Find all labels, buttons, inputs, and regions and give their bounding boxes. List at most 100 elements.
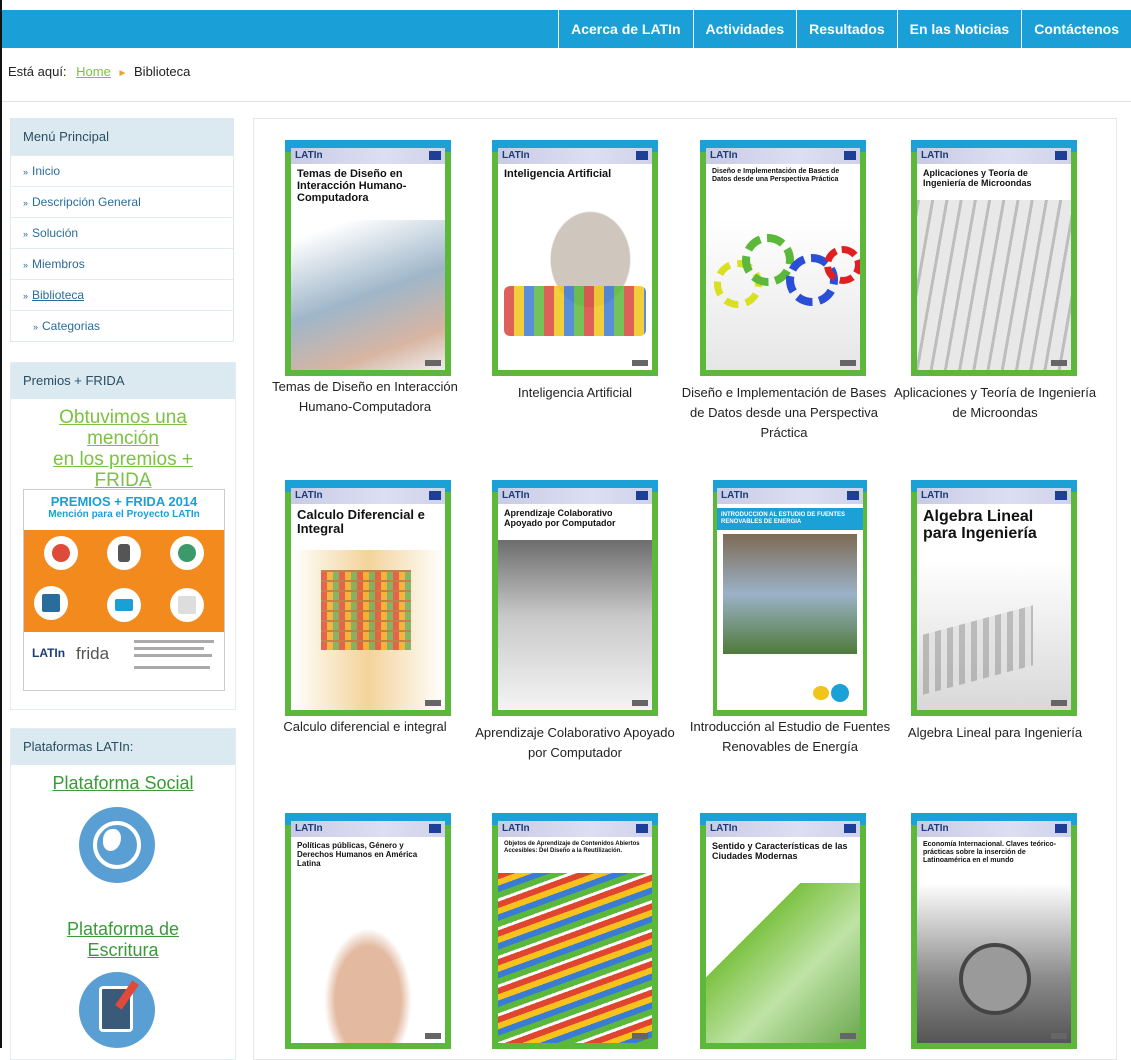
phone-icon bbox=[107, 536, 141, 570]
cc-license-icon bbox=[840, 360, 856, 366]
premios-box: Premios + FRIDA Obtuvimos una mención en… bbox=[10, 362, 236, 710]
latin-logo: LATIn bbox=[295, 150, 323, 161]
premios-link-line: Obtuvimos una bbox=[59, 407, 187, 428]
menu-item-solucion[interactable]: » Solución bbox=[11, 217, 233, 248]
nav-noticias[interactable]: En las Noticias bbox=[896, 10, 1022, 48]
premios-link-line: en los premios + bbox=[53, 449, 193, 470]
partner-logo-icon bbox=[831, 684, 849, 702]
bullet-icon: » bbox=[23, 167, 29, 177]
book-cover[interactable]: LATIn Sentido y Características de las C… bbox=[700, 813, 866, 1049]
book-cover-title: Calculo Diferencial e Integral bbox=[297, 507, 425, 536]
premios-title: Premios + FRIDA bbox=[11, 363, 235, 399]
poster-title: PREMIOS + FRIDA 2014 bbox=[50, 494, 198, 509]
menu-item-miembros[interactable]: » Miembros bbox=[11, 248, 233, 279]
book-caption[interactable]: Aplicaciones y Teoría de Ingeniería de M… bbox=[890, 383, 1100, 423]
premios-poster[interactable]: PREMIOS + FRIDA 2014 Mención para el Pro… bbox=[23, 489, 225, 691]
plataforma-escritura-link[interactable]: Plataforma de Escritura bbox=[11, 919, 235, 961]
poster-frida-logo: frida bbox=[76, 644, 110, 663]
book-art bbox=[723, 534, 857, 654]
book-cover[interactable]: LATIn Objetos de Aprendizaje de Contenid… bbox=[492, 813, 658, 1049]
book-cover-title: Diseño e Implementación de Bases de Dato… bbox=[712, 168, 840, 183]
menu-item-label: Miembros bbox=[32, 257, 85, 271]
book-caption[interactable]: Introducción al Estudio de Fuentes Renov… bbox=[685, 717, 895, 757]
plataforma-social-link[interactable]: Plataforma Social bbox=[11, 773, 235, 794]
tablet-pencil-icon[interactable] bbox=[79, 972, 155, 1048]
book-cover-title: Inteligencia Artificial bbox=[504, 168, 612, 180]
nav-contacto[interactable]: Contáctenos bbox=[1021, 10, 1131, 48]
book-cover-title: Economía Internacional. Claves teórico-p… bbox=[923, 841, 1057, 864]
top-nav: Acerca de LATIn Actividades Resultados E… bbox=[2, 10, 1131, 48]
bullet-icon: » bbox=[23, 198, 29, 208]
menu-item-descripcion[interactable]: » Descripción General bbox=[11, 186, 233, 217]
book-cover[interactable]: LATIn Inteligencia Artificial bbox=[492, 140, 658, 376]
book-art bbox=[291, 550, 445, 710]
latin-logo: LATIn bbox=[710, 823, 738, 834]
poster-latin-logo: LATIn bbox=[32, 646, 66, 660]
premios-link-line: mención bbox=[87, 428, 159, 449]
book-cover-title: Temas de Diseño en Interacción Humano-Co… bbox=[297, 168, 407, 204]
book-caption[interactable]: Temas de Diseño en Interacción Humano-Co… bbox=[260, 377, 470, 417]
book-caption[interactable]: Algebra Lineal para Ingeniería bbox=[890, 723, 1100, 743]
nav-actividades[interactable]: Actividades bbox=[692, 10, 797, 48]
plataforma-social-label: Plataforma Social bbox=[52, 773, 194, 793]
sidebar: Menú Principal » Inicio » Descripción Gene… bbox=[10, 118, 234, 342]
book-cover[interactable]: LATIn INTRODUCCION AL ESTUDIO DE FUENTES… bbox=[713, 480, 867, 716]
plataforma-escritura-label: Escritura bbox=[87, 940, 159, 960]
document-icon bbox=[170, 588, 204, 622]
nav-resultados[interactable]: Resultados bbox=[796, 10, 896, 48]
plataforma-escritura-label: Plataforma de bbox=[66, 919, 180, 939]
main-menu: Menú Principal » Inicio » Descripción Gene… bbox=[10, 118, 234, 342]
cc-license-icon bbox=[1051, 360, 1067, 366]
book-caption[interactable]: Aprendizaje Colaborativo Apoyado por Com… bbox=[470, 723, 680, 763]
book-art bbox=[498, 200, 652, 370]
premios-link-line: FRIDA bbox=[94, 470, 152, 491]
book-caption[interactable]: Calculo diferencial e integral bbox=[260, 717, 470, 737]
latin-logo: LATIn bbox=[502, 823, 530, 834]
premios-link[interactable]: Obtuvimos una mención en los premios + F… bbox=[11, 407, 235, 491]
platforms-title: Plataformas LATIn: bbox=[11, 729, 235, 765]
book-cover[interactable]: LATIn Aprendizaje Colaborativo Apoyado p… bbox=[492, 480, 658, 716]
book-cover-title: Sentido y Características de las Ciudade… bbox=[712, 841, 848, 861]
book-cover[interactable]: LATIn Diseño e Implementación de Bases d… bbox=[700, 140, 866, 376]
eu-flag-icon bbox=[1055, 151, 1067, 160]
breadcrumb-home-link[interactable]: Home bbox=[76, 64, 111, 79]
eu-flag-icon bbox=[429, 491, 441, 500]
book-caption[interactable]: Inteligencia Artificial bbox=[470, 383, 680, 403]
cc-license-icon bbox=[425, 1033, 441, 1039]
book-art bbox=[917, 883, 1071, 1043]
book-cover[interactable]: LATIn Algebra Lineal para Ingeniería bbox=[911, 480, 1077, 716]
recycle-icon bbox=[170, 536, 204, 570]
nav-acerca[interactable]: Acerca de LATIn bbox=[558, 10, 692, 48]
latin-logo: LATIn bbox=[921, 823, 949, 834]
main-menu-title: Menú Principal bbox=[11, 119, 233, 155]
globe-icon[interactable] bbox=[79, 807, 155, 883]
eu-flag-icon bbox=[847, 491, 859, 500]
book-cover-title: INTRODUCCION AL ESTUDIO DE FUENTES RENOV… bbox=[717, 508, 863, 530]
book-art bbox=[706, 220, 860, 370]
book-cover[interactable]: LATIn Calculo Diferencial e Integral bbox=[285, 480, 451, 716]
eu-flag-icon bbox=[1055, 824, 1067, 833]
book-cover[interactable]: LATIn Economía Internacional. Claves teó… bbox=[911, 813, 1077, 1049]
eu-flag-icon bbox=[636, 491, 648, 500]
latin-logo: LATIn bbox=[502, 490, 530, 501]
partner-logo-icon bbox=[813, 686, 829, 700]
book-cover[interactable]: LATIn Políticas públicas, Género y Derec… bbox=[285, 813, 451, 1049]
bullet-icon: » bbox=[23, 229, 29, 239]
menu-item-biblioteca[interactable]: » Biblioteca bbox=[11, 279, 233, 310]
book-cover-title: Algebra Lineal para Ingeniería bbox=[923, 508, 1037, 542]
book-art bbox=[917, 200, 1071, 370]
header-divider bbox=[2, 101, 1131, 102]
cc-license-icon bbox=[1051, 1033, 1067, 1039]
menu-item-inicio[interactable]: » Inicio bbox=[11, 155, 233, 186]
book-art bbox=[498, 873, 652, 1043]
book-cover[interactable]: LATIn Aplicaciones y Teoría de Ingenierí… bbox=[911, 140, 1077, 376]
menu-item-categorias[interactable]: » Categorias bbox=[11, 310, 233, 341]
book-caption[interactable]: Diseño e Implementación de Bases de Dato… bbox=[679, 383, 889, 443]
latin-logo: LATIn bbox=[502, 150, 530, 161]
book-cover-title: Objetos de Aprendizaje de Contenidos Abi… bbox=[504, 841, 640, 854]
eu-flag-icon bbox=[429, 824, 441, 833]
latin-logo: LATIn bbox=[710, 150, 738, 161]
bullet-icon: » bbox=[23, 260, 29, 270]
book-cover[interactable]: LATIn Temas de Diseño en Interacción Hum… bbox=[285, 140, 451, 376]
cc-license-icon bbox=[425, 360, 441, 366]
